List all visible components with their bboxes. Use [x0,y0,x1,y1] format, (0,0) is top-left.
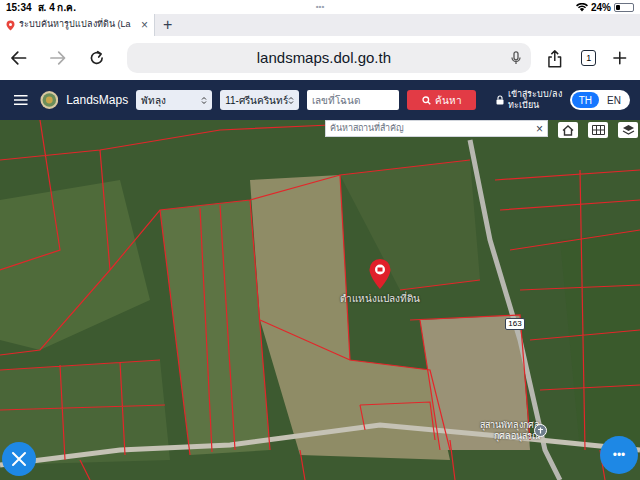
status-bar: 15:34 ส. 4 ก.ค. ••• 24% [0,0,640,14]
new-tab-button[interactable]: + [155,14,180,36]
home-button[interactable] [558,122,578,138]
login-line: ทะเบียน [508,100,562,111]
forward-arrow-icon[interactable] [49,50,66,66]
back-arrow-icon[interactable] [10,50,27,66]
reload-icon[interactable] [89,50,105,66]
cemetery-icon [537,427,544,434]
district-value: 11-ศรีนครินทร์ [225,93,288,108]
wifi-icon [576,3,588,12]
tab-close-button[interactable]: × [141,19,148,31]
language-toggle: THEN [570,90,630,110]
multitask-dots[interactable]: ••• [206,1,434,13]
more-fab[interactable]: ••• [600,436,638,474]
brand: LandsMaps [66,91,128,109]
road-shield: 163 [505,318,525,330]
site-header: LandsMaps พัทลุง 11-ศรีนครินทร์ ค้นหา เข… [0,80,640,120]
map[interactable]: × ตำแหน่งแปลงที่ดิน 163 สุสานพัทลุงกุศล … [0,120,640,480]
district-select[interactable]: 11-ศรีนครินทร์ [220,90,299,110]
map-tools [558,122,638,138]
place-search[interactable]: × [325,120,548,137]
browser-tab[interactable]: ระบบค้นหารูปแปลงที่ดิน (La × [0,14,155,36]
layers-button[interactable] [618,122,638,138]
search-icon [422,96,431,105]
poi-line: สุสานพัทลุงกุศล [480,420,540,431]
parcel-marker[interactable] [368,258,392,290]
logo-icon [40,89,59,111]
microphone-icon[interactable] [511,51,521,65]
map-pin-icon [368,258,392,290]
tab-count-button[interactable]: 1 [581,50,597,66]
layers-icon [622,124,635,136]
province-select[interactable]: พัทลุง [136,90,212,110]
pin-icon [6,20,15,31]
language-option[interactable]: EN [600,92,628,108]
language-option[interactable]: TH [572,92,599,108]
tools-fab[interactable] [2,442,36,476]
date: ส. 4 ก.ค. [38,0,76,15]
province-value: พัทลุง [141,93,201,108]
battery-fill [616,5,620,10]
grid-button[interactable] [588,122,608,138]
menu-icon[interactable] [14,94,28,106]
add-icon[interactable] [612,50,628,66]
toolbar: landsmaps.dol.go.th 1 [0,36,640,80]
tab-bar: ระบบค้นหารูปแปลงที่ดิน (La × + [0,14,640,36]
ruler-pencil-icon [11,451,27,467]
address-field[interactable]: landsmaps.dol.go.th [127,43,532,73]
chevron-icon [288,96,294,105]
battery-percent: 24% [591,0,611,15]
place-search-input[interactable] [330,122,536,136]
login-link[interactable]: เข้าสู่ระบบ/ลง ทะเบียน [496,89,562,111]
clear-button[interactable]: × [536,123,543,135]
time: 15:34 [6,0,32,15]
house-icon [562,125,574,136]
poi-label: สุสานพัทลุงกุศล กุศลอนุสรณ์ [440,420,540,442]
search-label: ค้นหา [435,93,462,108]
tab-title: ระบบค้นหารูปแปลงที่ดิน (La [19,18,137,32]
search-button[interactable]: ค้นหา [407,90,476,110]
pin-label: ตำแหน่งแปลงที่ดิน [310,291,450,306]
chevron-icon [201,96,207,105]
share-icon[interactable] [547,49,563,68]
login-line: เข้าสู่ระบบ/ลง [508,89,562,100]
grid-icon [592,125,605,135]
poi-line: กุศลอนุสรณ์ [494,431,540,442]
lock-icon [496,95,504,105]
deed-number-input[interactable] [307,90,399,110]
poi-marker[interactable] [534,424,547,437]
url-text: landsmaps.dol.go.th [137,47,512,70]
battery-icon [614,3,634,12]
